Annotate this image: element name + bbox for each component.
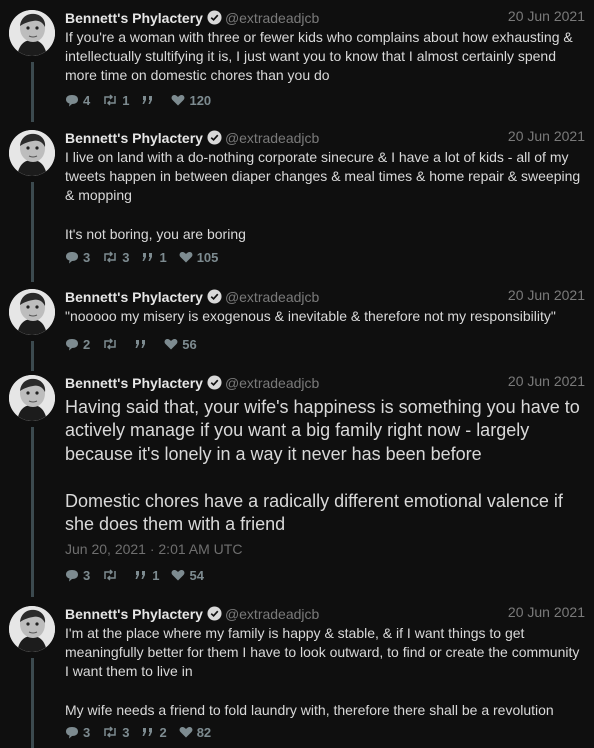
display-name[interactable]: Bennett's Phylactery <box>65 606 203 622</box>
handle[interactable]: @extradeadjcb <box>225 606 319 622</box>
tweet-text: I'm at the place where my family is happ… <box>65 625 580 718</box>
quote-icon <box>135 340 146 348</box>
portrait-icon <box>9 375 55 421</box>
retweet-icon <box>104 569 116 581</box>
retweet-button[interactable]: 3 <box>102 725 129 740</box>
retweet-button[interactable]: 1 <box>102 93 129 108</box>
avatar[interactable] <box>9 606 55 652</box>
tweet-stats: 3 1 54 <box>65 566 216 584</box>
handle[interactable]: @extradeadjcb <box>225 289 319 305</box>
tweet-date[interactable]: 20 Jun 2021 <box>508 604 585 620</box>
quote-button[interactable] <box>134 338 152 350</box>
like-button[interactable]: 105 <box>179 250 218 265</box>
thread-line <box>31 341 34 371</box>
avatar[interactable] <box>9 289 55 335</box>
heart-icon <box>172 94 185 106</box>
comment-icon <box>66 726 78 738</box>
tweet-stats: 2 56 <box>65 335 209 353</box>
display-name[interactable]: Bennett's Phylactery <box>65 130 203 146</box>
comment-icon <box>66 251 78 263</box>
tweet-text: If you're a woman with three or fewer ki… <box>65 29 577 84</box>
avatar[interactable] <box>9 10 55 56</box>
comment-icon <box>66 94 78 106</box>
heart-icon <box>172 569 185 581</box>
retweet-icon <box>104 338 116 350</box>
display-name[interactable]: Bennett's Phylactery <box>65 375 203 391</box>
thread-line <box>31 62 34 122</box>
verified-badge-icon <box>207 130 222 150</box>
reply-button[interactable]: 2 <box>65 337 90 352</box>
tweet-text: Having said that, your wife's happiness … <box>65 397 580 535</box>
reply-button[interactable]: 3 <box>65 568 90 583</box>
heart-icon <box>164 338 178 350</box>
reply-button[interactable]: 4 <box>65 93 90 108</box>
portrait-icon <box>9 130 55 176</box>
quote-icon <box>142 728 153 736</box>
portrait-icon <box>9 10 55 56</box>
quote-button[interactable]: 2 <box>141 725 167 740</box>
retweet-button[interactable] <box>102 569 122 581</box>
thread-line <box>31 182 34 282</box>
handle[interactable]: @extradeadjcb <box>225 375 319 391</box>
avatar[interactable] <box>9 130 55 176</box>
tweet-stats: 3 3 2 82 <box>65 723 223 741</box>
quote-button[interactable] <box>141 94 159 106</box>
thread-line <box>31 427 34 597</box>
tweet-stats: 4 1 120 <box>65 91 223 109</box>
tweet-text: I live on land with a do-nothing corpora… <box>65 149 581 242</box>
handle[interactable]: @extradeadjcb <box>225 10 319 26</box>
reply-button[interactable]: 3 <box>65 250 90 265</box>
retweet-icon <box>104 251 116 263</box>
heart-icon <box>179 251 193 263</box>
like-button[interactable]: 120 <box>171 93 211 108</box>
tweet-timestamp[interactable]: Jun 20, 2021 · 2:01 AM UTC <box>65 541 242 557</box>
verified-badge-icon <box>207 289 222 309</box>
quote-button[interactable]: 1 <box>134 568 159 583</box>
handle[interactable]: @extradeadjcb <box>225 130 319 146</box>
retweet-button[interactable]: 3 <box>102 250 129 265</box>
comment-icon <box>66 569 78 581</box>
display-name[interactable]: Bennett's Phylactery <box>65 289 203 305</box>
display-name[interactable]: Bennett's Phylactery <box>65 10 203 26</box>
retweet-icon <box>104 94 116 106</box>
tweet-date[interactable]: 20 Jun 2021 <box>508 128 585 144</box>
verified-badge-icon <box>207 375 222 395</box>
tweet-date[interactable]: 20 Jun 2021 <box>508 8 585 24</box>
quote-icon <box>142 253 153 261</box>
verified-badge-icon <box>207 606 222 626</box>
thread-line <box>31 658 34 748</box>
retweet-icon <box>104 726 116 738</box>
quote-icon <box>135 571 146 579</box>
heart-icon <box>179 726 193 738</box>
tweet-date[interactable]: 20 Jun 2021 <box>508 373 585 389</box>
portrait-icon <box>9 289 55 335</box>
portrait-icon <box>9 606 55 652</box>
tweet-date[interactable]: 20 Jun 2021 <box>508 287 585 303</box>
quote-button[interactable]: 1 <box>141 250 167 265</box>
retweet-button[interactable] <box>102 338 122 350</box>
like-button[interactable]: 82 <box>179 725 211 740</box>
tweet-stats: 3 3 1 105 <box>65 248 230 266</box>
quote-icon <box>142 96 153 104</box>
like-button[interactable]: 54 <box>171 568 204 583</box>
avatar[interactable] <box>9 375 55 421</box>
reply-button[interactable]: 3 <box>65 725 90 740</box>
like-button[interactable]: 56 <box>164 337 197 352</box>
verified-badge-icon <box>207 10 222 30</box>
tweet-text: "nooooo my misery is exogenous & inevita… <box>65 308 556 324</box>
comment-icon <box>66 338 78 350</box>
